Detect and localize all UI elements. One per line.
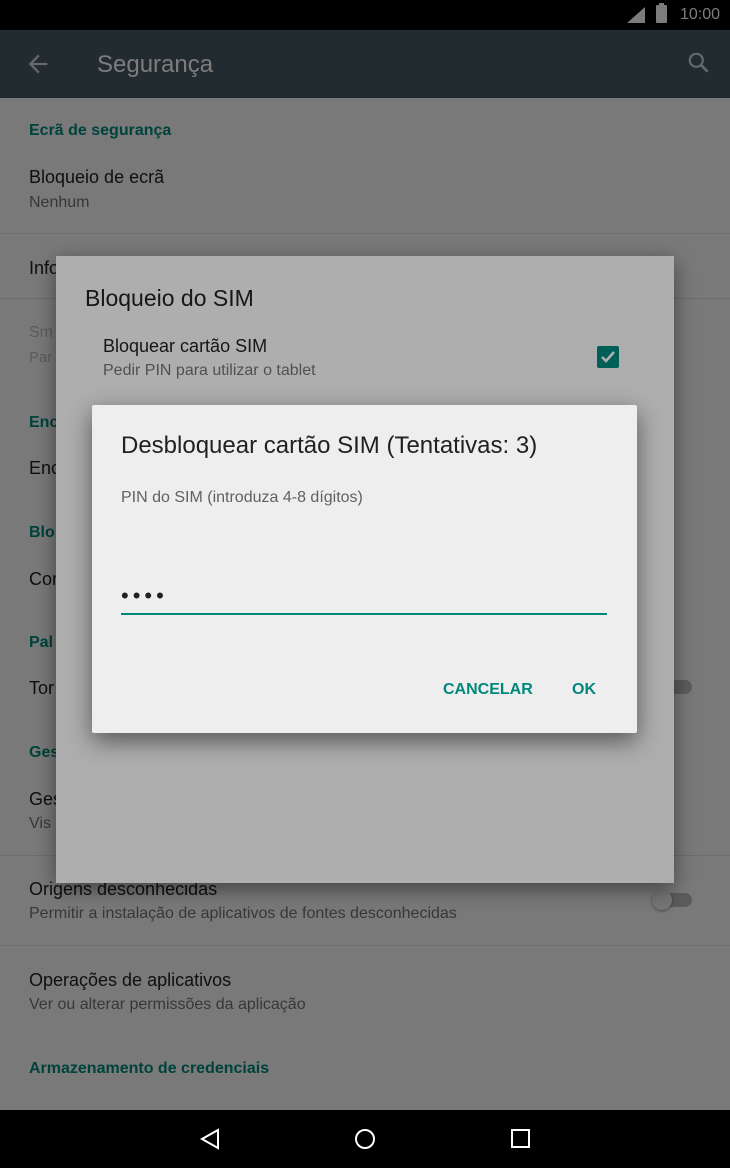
pin-prompt: PIN do SIM (introduza 4-8 dígitos) bbox=[121, 489, 363, 506]
navigation-bar bbox=[0, 1110, 730, 1168]
cancel-button[interactable]: CANCELAR bbox=[437, 677, 539, 703]
recents-nav-icon[interactable] bbox=[510, 1128, 532, 1150]
dialog-title: Desbloquear cartão SIM (Tentativas: 3) bbox=[121, 432, 538, 459]
home-nav-icon[interactable] bbox=[354, 1128, 376, 1150]
back-nav-icon[interactable] bbox=[199, 1128, 221, 1150]
unlock-sim-dialog: Desbloquear cartão SIM (Tentativas: 3) P… bbox=[92, 405, 637, 733]
ok-button[interactable]: OK bbox=[566, 677, 602, 703]
pin-input[interactable] bbox=[121, 579, 607, 615]
